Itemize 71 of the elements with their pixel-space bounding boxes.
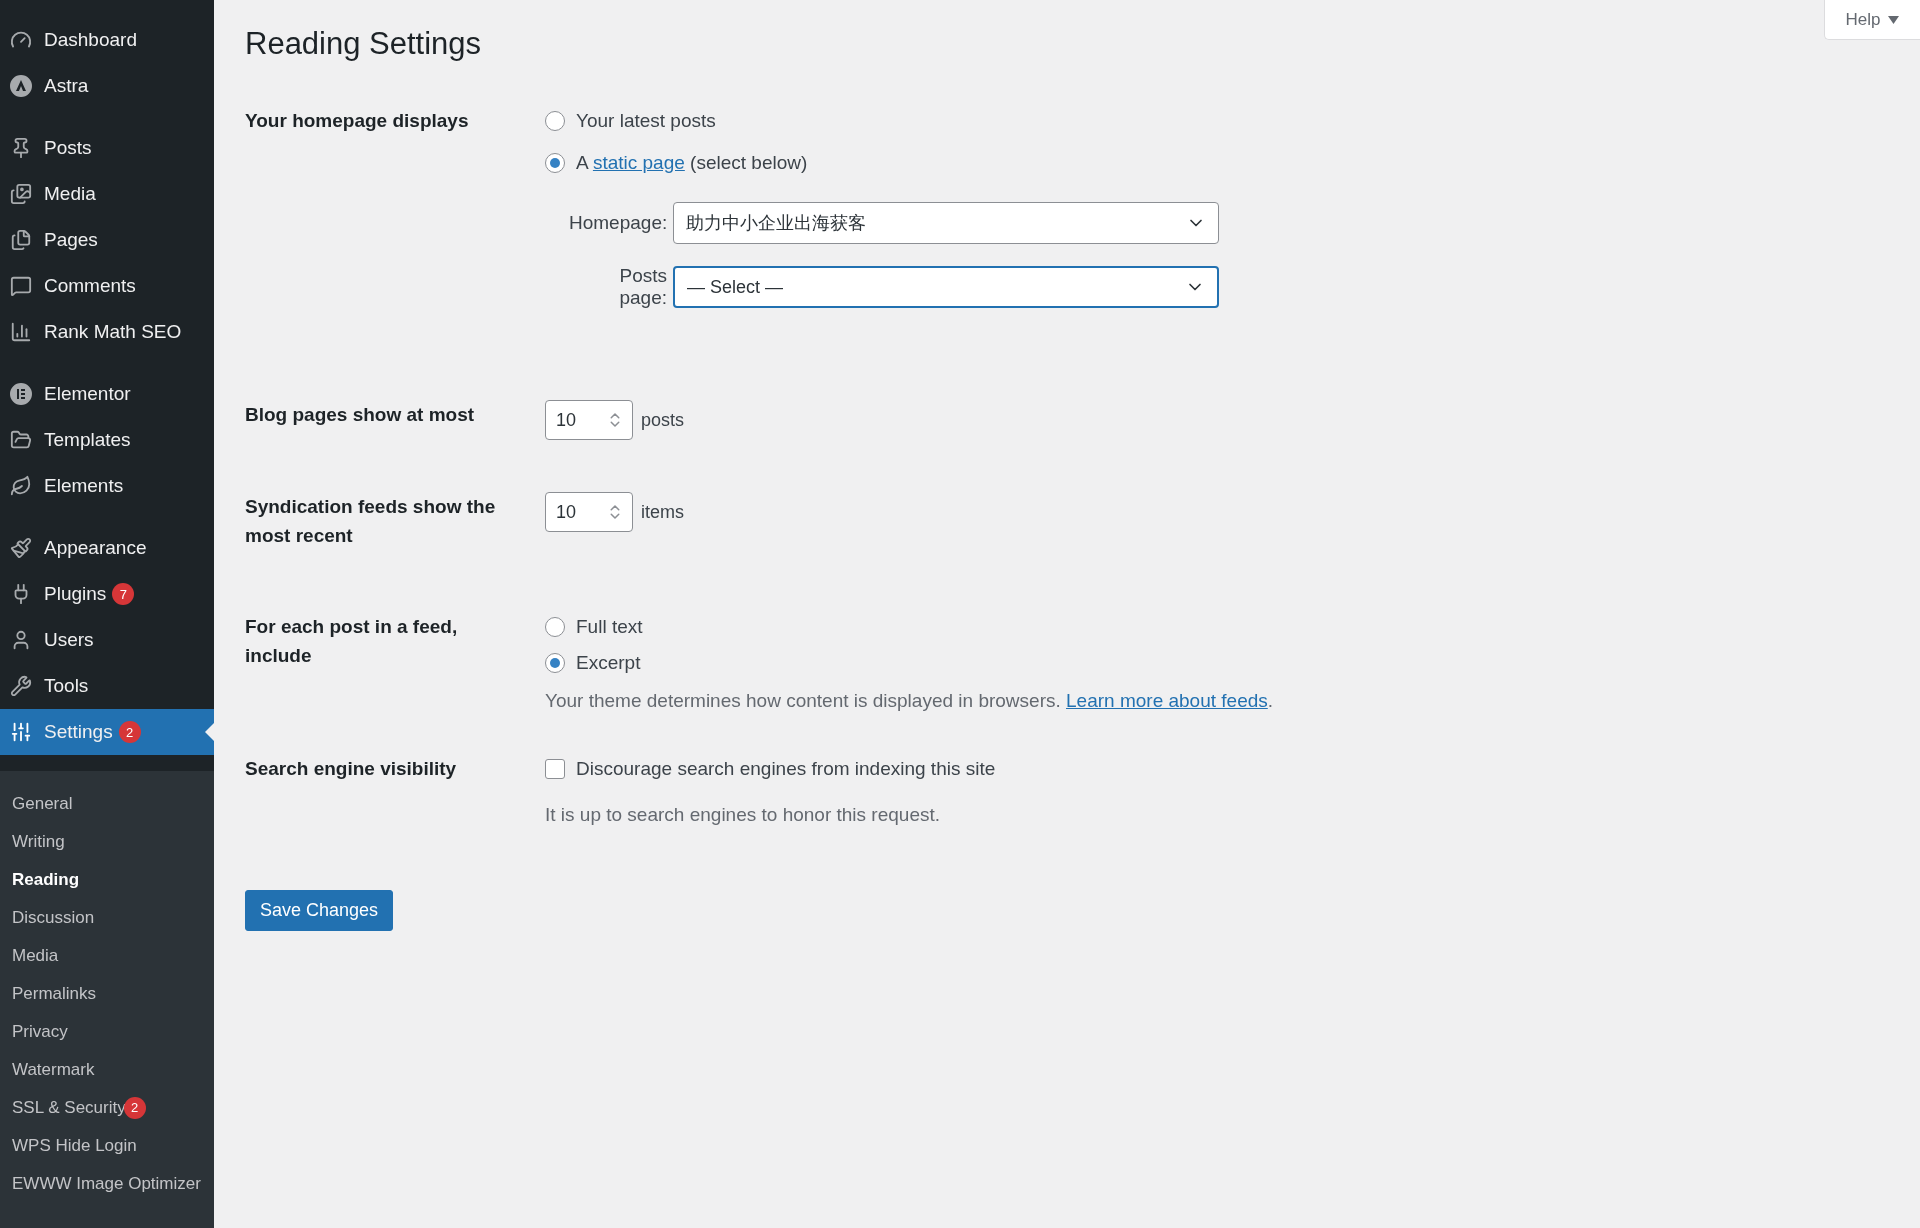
logo-icon: [10, 75, 32, 97]
leaf-icon: [10, 475, 32, 497]
submenu-item[interactable]: Writing: [0, 823, 214, 861]
sidebar-menu-item[interactable]: Plugins 7: [0, 571, 214, 617]
submenu-item[interactable]: Watermark: [0, 1051, 214, 1089]
feeds-link[interactable]: Learn more about feeds: [1066, 690, 1268, 711]
submenu-item[interactable]: Permalinks: [0, 975, 214, 1013]
chart-icon: [10, 321, 32, 343]
sidebar-menu-item[interactable]: Appearance: [0, 525, 214, 571]
sidebar-menu-item[interactable]: Media: [0, 171, 214, 217]
description-text: Your theme determines how content is displayed in browsers. Learn more about feeds.: [545, 690, 1274, 712]
number-field[interactable]: 10: [545, 492, 633, 532]
submenu-item[interactable]: General: [0, 785, 214, 823]
sidebar-menu-item[interactable]: Pages: [0, 217, 214, 263]
folder-icon: [10, 429, 32, 451]
sidebar-menu-item[interactable]: Tools: [0, 663, 214, 709]
pages-icon: [10, 229, 32, 251]
unit-label: items: [641, 501, 684, 524]
sidebar-menu-item[interactable]: Rank Math SEO: [0, 309, 214, 355]
sidebar-menu-item[interactable]: Templates: [0, 417, 214, 463]
static-page-link[interactable]: static page: [592, 152, 685, 173]
submenu-item[interactable]: Privacy: [0, 1013, 214, 1051]
radio-button[interactable]: [545, 617, 565, 637]
help-tab[interactable]: Help: [1824, 0, 1920, 40]
submenu-item[interactable]: Discussion: [0, 899, 214, 937]
submenu-item[interactable]: Reading: [0, 861, 214, 899]
sidebar-menu-item[interactable]: Astra: [0, 63, 214, 109]
sidebar-menu-item[interactable]: Comments: [0, 263, 214, 309]
pointer-icon: [205, 723, 214, 741]
sidebar-menu-item[interactable]: Posts: [0, 125, 214, 171]
count-badge: 2: [118, 721, 141, 743]
logo-icon: [10, 383, 32, 405]
submenu-item[interactable]: EWWW Image Optimizer: [0, 1165, 214, 1203]
checkbox-label: Discourage search engines from indexing this site: [576, 758, 996, 780]
sidebar-menu-item[interactable]: Users: [0, 617, 214, 663]
caret-icon: [1888, 15, 1900, 24]
page-title: Reading Settings: [245, 26, 482, 62]
checkbox[interactable]: [545, 759, 565, 779]
wrench-icon: [10, 675, 32, 697]
select-label: Posts page:: [618, 265, 667, 309]
sidebar-menu-item[interactable]: Elements: [0, 463, 214, 509]
unit-label: posts: [641, 409, 685, 432]
submenu-item[interactable]: SSL & Security 2: [0, 1089, 214, 1127]
page-dropdown[interactable]: 助力中小企业出海获客: [673, 202, 1219, 244]
number-field[interactable]: 10: [545, 400, 633, 440]
option-label: Excerpt: [576, 652, 641, 674]
field-label: For each post in a feed, include: [245, 615, 459, 668]
page-dropdown[interactable]: — Select —: [673, 266, 1219, 308]
field-label: Syndication feeds show the most recent: [245, 495, 497, 548]
option-label: A static page (select below): [576, 152, 808, 174]
field-label: Your homepage displays: [245, 109, 470, 133]
images-icon: [10, 183, 32, 205]
sliders-icon: [10, 721, 32, 743]
save-changes-button[interactable]: Save Changes: [245, 890, 394, 931]
option-label: Full text: [576, 616, 643, 638]
description-text: It is up to search engines to honor this request.: [545, 804, 941, 826]
submenu-item[interactable]: Media: [0, 937, 214, 975]
radio-button[interactable]: [545, 653, 565, 673]
radio-button[interactable]: [545, 111, 565, 131]
speech-bubble-icon: [10, 275, 32, 297]
sidebar-menu-item[interactable]: Elementor: [0, 371, 214, 417]
count-badge: 7: [112, 583, 135, 605]
sidebar-menu-item[interactable]: Settings 2: [0, 709, 214, 755]
option-label: Your latest posts: [576, 110, 716, 132]
field-label: Blog pages show at most: [245, 403, 476, 427]
sidebar-menu-item[interactable]: Dashboard: [0, 17, 214, 63]
radio-button[interactable]: [545, 153, 565, 173]
select-label: Homepage:: [569, 212, 667, 234]
paintbrush-icon: [10, 537, 32, 559]
field-label: Search engine visibility: [245, 757, 458, 781]
submenu-item[interactable]: WPS Hide Login: [0, 1127, 214, 1165]
